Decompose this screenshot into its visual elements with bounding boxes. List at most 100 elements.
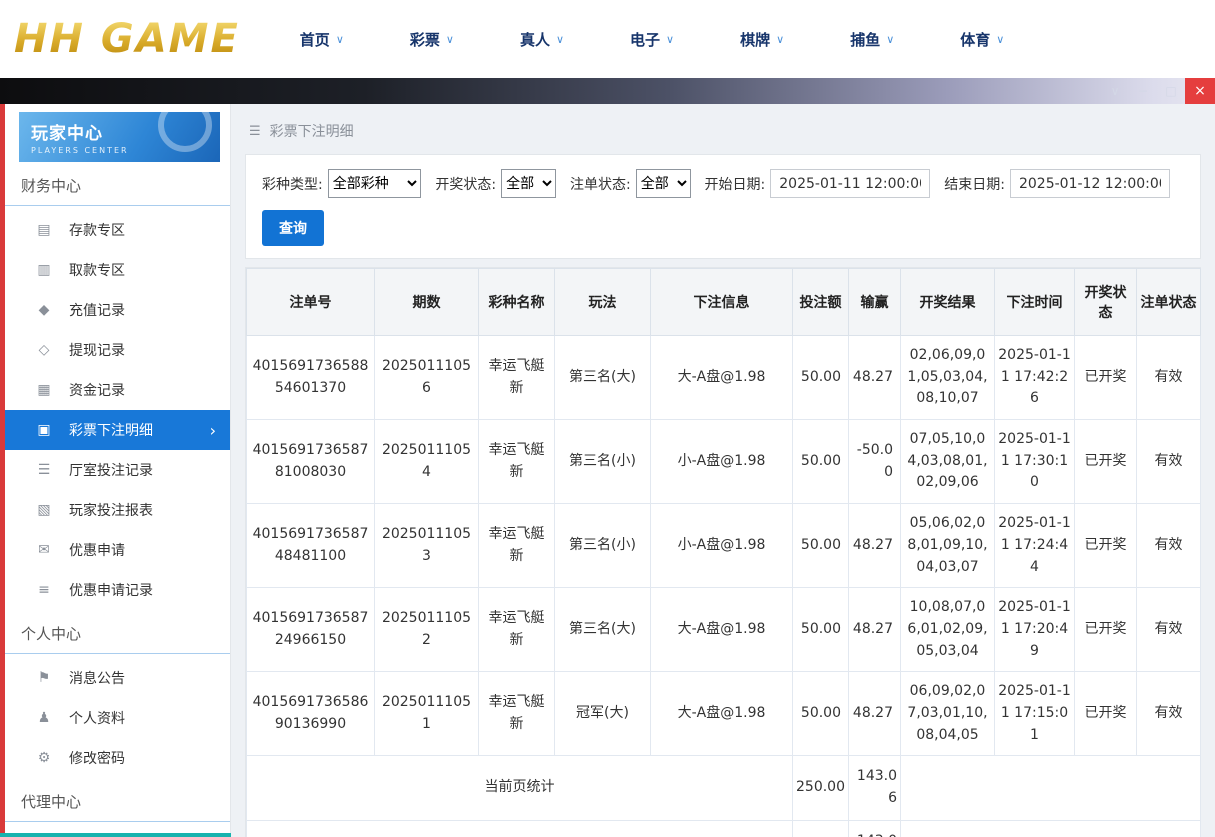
filter-panel: 彩种类型: 全部彩种 开奖状态: 全部 注单状态: 全部 开始日期: 结束日期:…	[245, 154, 1201, 259]
sidebar-section-finance: 财务中心	[5, 162, 230, 206]
funds-icon: ▦	[37, 382, 51, 398]
nav-item-board-games[interactable]: 棋牌 ∨	[740, 29, 784, 50]
cell-bet-time: 2025-01-11 17:24:44	[994, 503, 1075, 589]
cell-bet-info: 小-A盘@1.98	[650, 419, 793, 505]
chevron-down-icon: ∨	[996, 32, 1005, 46]
cell-period: 20250111053	[374, 503, 479, 589]
start-date-input[interactable]	[770, 169, 931, 198]
nav-item-home[interactable]: 首页 ∨	[300, 29, 344, 50]
col-header-bet-no: 注单号	[246, 268, 375, 336]
window-collapse-button[interactable]: ∨	[1101, 84, 1129, 98]
promo-icon: ✉	[38, 542, 50, 558]
grand-total-empty	[900, 819, 1201, 837]
cell-lottery-name: 幸运飞艇新	[478, 334, 555, 421]
sidebar-item-funds-records[interactable]: ▦ 资金记录	[5, 370, 230, 410]
cell-bet-time: 2025-01-11 17:30:10	[994, 419, 1075, 505]
page-summary-label: 当前页统计	[246, 755, 793, 821]
window-minimize-button[interactable]: −	[1129, 84, 1157, 98]
sidebar-item-label: 消息公告	[69, 671, 125, 687]
sidebar-item-label: 优惠申请记录	[69, 583, 153, 599]
col-header-lottery-name: 彩种名称	[478, 268, 555, 336]
brand-logo[interactable]: HH GAME	[14, 16, 240, 62]
sidebar-item-change-password[interactable]: ⚙ 修改密码	[5, 738, 230, 778]
sidebar-item-label: 彩票下注明细	[69, 423, 153, 439]
cell-order-status: 有效	[1136, 671, 1201, 757]
cell-bet-time: 2025-01-11 17:42:26	[994, 334, 1075, 421]
col-header-bet-info: 下注信息	[650, 268, 793, 336]
nav-label: 捕鱼	[850, 30, 881, 49]
sidebar-item-label: 个人资料	[69, 711, 125, 727]
end-date-input[interactable]	[1009, 169, 1170, 198]
cell-lottery-name: 幸运飞艇新	[478, 671, 555, 757]
col-header-draw-status: 开奖状态	[1074, 268, 1137, 336]
nav-item-fishing[interactable]: 捕鱼 ∨	[850, 29, 894, 50]
nav-label: 棋牌	[740, 30, 771, 49]
sidebar-item-recharge-records[interactable]: ◆ 充值记录	[5, 290, 230, 330]
table-row: 401569173658748481100 20250111053 幸运飞艇新 …	[246, 503, 1201, 589]
sidebar-item-withdraw[interactable]: ▥ 取款专区	[5, 250, 230, 290]
main-content: ☰ 彩票下注明细 彩种类型: 全部彩种 开奖状态: 全部 注单状态: 全部 开始…	[231, 104, 1215, 837]
nav-label: 电子	[630, 30, 661, 49]
sidebar-item-promo-apply-records[interactable]: ≡ 优惠申请记录	[5, 570, 230, 610]
cell-bet-amount: 50.00	[792, 671, 849, 757]
withdrawal-icon: ◇	[38, 342, 50, 358]
cell-bet-no: 401569173658781008030	[246, 419, 375, 505]
chevron-down-icon: ∨	[555, 32, 565, 46]
sidebar-item-hall-bet-records[interactable]: ☰ 厅室投注记录	[5, 450, 230, 490]
cell-win-loss: 48.27	[848, 334, 901, 421]
lottery-type-select[interactable]: 全部彩种	[327, 169, 422, 198]
window-close-button[interactable]: ×	[1185, 78, 1215, 104]
top-nav: 首页 ∨ 彩票 ∨ 真人 ∨ 电子 ∨ 棋牌 ∨ 捕鱼 ∨ 体育 ∨	[300, 29, 1005, 50]
cell-period: 20250111052	[374, 587, 479, 673]
nav-label: 真人	[519, 30, 550, 49]
cell-bet-no: 401569173658748481100	[246, 503, 375, 589]
cell-bet-info: 大-A盘@1.98	[650, 587, 793, 673]
table-row: 401569173658724966150 20250111052 幸运飞艇新 …	[246, 587, 1201, 673]
cell-draw-result: 10,08,07,06,01,02,09,05,03,04	[900, 587, 995, 673]
window-bottom-border	[0, 833, 231, 837]
filter-row: 彩种类型: 全部彩种 开奖状态: 全部 注单状态: 全部 开始日期: 结束日期:	[262, 169, 1184, 198]
sidebar-subtitle: PLAYERS CENTER	[31, 146, 129, 155]
nav-item-slots[interactable]: 电子 ∨	[630, 29, 674, 50]
sidebar-item-profile[interactable]: ♟ 个人资料	[5, 698, 230, 738]
cell-bet-info: 小-A盘@1.98	[650, 503, 793, 589]
page-title: 彩票下注明细	[269, 124, 354, 140]
col-header-draw-result: 开奖结果	[900, 268, 995, 336]
col-header-win-loss: 输赢	[848, 268, 901, 336]
sidebar-item-label: 修改密码	[69, 751, 125, 767]
cell-draw-status: 已开奖	[1074, 503, 1137, 589]
grand-total-amount: 250.00	[792, 819, 849, 837]
grand-total-row: 总统计 250.00 143.06	[246, 819, 1201, 837]
grand-total-label: 总统计	[246, 819, 793, 837]
sidebar-item-withdrawal-records[interactable]: ◇ 提现记录	[5, 330, 230, 370]
cell-bet-amount: 50.00	[792, 334, 849, 421]
cell-lottery-name: 幸运飞艇新	[478, 503, 555, 589]
sidebar-item-promo-apply[interactable]: ✉ 优惠申请	[5, 530, 230, 570]
draw-status-select[interactable]: 全部	[501, 169, 556, 198]
nav-item-lottery[interactable]: 彩票 ∨	[410, 29, 454, 50]
cell-win-loss: 48.27	[848, 671, 901, 757]
window-maximize-button[interactable]: □	[1157, 84, 1185, 98]
breadcrumb: ☰ 彩票下注明细	[245, 104, 1201, 154]
sidebar-item-player-bet-report[interactable]: ▧ 玩家投注报表	[5, 490, 230, 530]
cell-draw-result: 06,09,02,07,03,01,10,08,04,05	[900, 671, 995, 757]
nav-item-sports[interactable]: 体育 ∨	[960, 29, 1004, 50]
sidebar-item-label: 资金记录	[69, 383, 125, 399]
sidebar-section-personal: 个人中心	[5, 610, 230, 654]
sidebar-item-label: 取款专区	[69, 263, 125, 279]
cell-bet-no: 401569173658854601370	[246, 334, 375, 421]
sidebar-item-deposit[interactable]: ▤ 存款专区	[5, 210, 230, 250]
sidebar-item-announcements[interactable]: ⚑ 消息公告	[5, 658, 230, 698]
recharge-icon: ◆	[38, 302, 50, 318]
nav-item-live-casino[interactable]: 真人 ∨	[520, 29, 564, 50]
cell-draw-status: 已开奖	[1074, 419, 1137, 505]
cell-order-status: 有效	[1136, 503, 1201, 589]
sidebar-item-lottery-bet-details[interactable]: ▣ 彩票下注明细 ›	[5, 410, 230, 450]
cell-bet-amount: 50.00	[792, 419, 849, 505]
sidebar-item-label: 优惠申请	[69, 543, 125, 559]
cell-play: 第三名(小)	[554, 419, 651, 505]
cell-bet-amount: 50.00	[792, 587, 849, 673]
query-button[interactable]: 查询	[262, 210, 324, 246]
cell-order-status: 有效	[1136, 334, 1201, 421]
order-status-select[interactable]: 全部	[635, 169, 691, 198]
